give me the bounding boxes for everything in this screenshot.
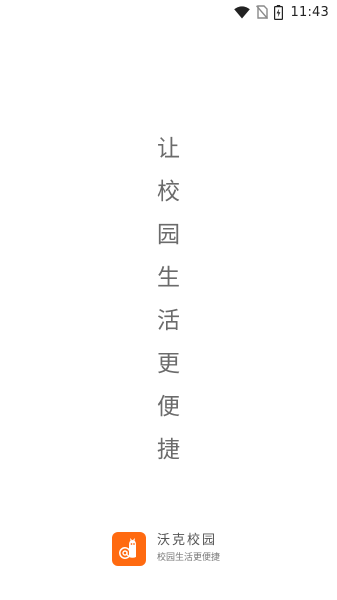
clock-time: 11:43	[290, 4, 329, 20]
no-sim-icon	[255, 5, 268, 19]
brand-tagline: 校园生活更便捷	[157, 553, 221, 563]
brand-name: 沃克校园	[157, 533, 218, 548]
slogan-char: 园	[157, 222, 180, 248]
slogan-char: 活	[157, 308, 180, 334]
vertical-slogan: 让 校 园 生 活 更 便 捷	[0, 128, 337, 472]
status-bar: 11:43	[0, 0, 337, 24]
wifi-icon	[233, 5, 250, 19]
slogan-char: 让	[157, 136, 180, 162]
slogan-char: 便	[157, 394, 180, 420]
slogan-char: 捷	[157, 437, 180, 463]
brand-footer: 沃克校园 校园生活更便捷	[112, 532, 220, 566]
battery-charging-icon	[273, 4, 283, 20]
splash-screen: 11:43 让 校 园 生 活 更 便 捷 沃克校园 校园生活更便捷	[0, 0, 337, 600]
brand-text: 沃克校园 校园生活更便捷	[157, 533, 220, 565]
slogan-char: 校	[157, 179, 180, 205]
slogan-char: 生	[157, 265, 180, 291]
slogan-char: 更	[157, 351, 180, 377]
app-logo-icon	[112, 532, 146, 566]
